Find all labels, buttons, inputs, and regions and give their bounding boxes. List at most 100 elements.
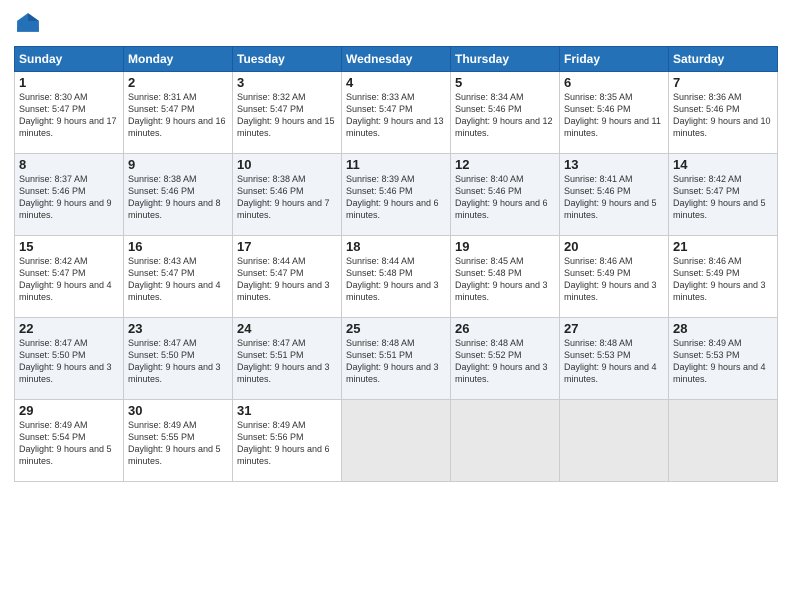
calendar-day-cell: 25 Sunrise: 8:48 AMSunset: 5:51 PMDaylig… xyxy=(342,318,451,400)
day-number: 26 xyxy=(455,321,555,336)
calendar-day-cell: 23 Sunrise: 8:47 AMSunset: 5:50 PMDaylig… xyxy=(124,318,233,400)
calendar-day-header: Friday xyxy=(560,47,669,72)
day-number: 14 xyxy=(673,157,773,172)
day-info: Sunrise: 8:39 AMSunset: 5:46 PMDaylight:… xyxy=(346,174,439,220)
calendar-day-cell: 20 Sunrise: 8:46 AMSunset: 5:49 PMDaylig… xyxy=(560,236,669,318)
day-number: 20 xyxy=(564,239,664,254)
day-number: 12 xyxy=(455,157,555,172)
calendar-day-cell: 19 Sunrise: 8:45 AMSunset: 5:48 PMDaylig… xyxy=(451,236,560,318)
day-info: Sunrise: 8:43 AMSunset: 5:47 PMDaylight:… xyxy=(128,256,221,302)
day-number: 29 xyxy=(19,403,119,418)
day-number: 6 xyxy=(564,75,664,90)
calendar-day-cell: 8 Sunrise: 8:37 AMSunset: 5:46 PMDayligh… xyxy=(15,154,124,236)
day-info: Sunrise: 8:37 AMSunset: 5:46 PMDaylight:… xyxy=(19,174,112,220)
calendar-day-cell: 18 Sunrise: 8:44 AMSunset: 5:48 PMDaylig… xyxy=(342,236,451,318)
day-info: Sunrise: 8:47 AMSunset: 5:50 PMDaylight:… xyxy=(19,338,112,384)
calendar-day-header: Sunday xyxy=(15,47,124,72)
calendar-day-cell xyxy=(342,400,451,482)
calendar-day-cell: 2 Sunrise: 8:31 AMSunset: 5:47 PMDayligh… xyxy=(124,72,233,154)
calendar-day-cell xyxy=(451,400,560,482)
calendar-week-row: 1 Sunrise: 8:30 AMSunset: 5:47 PMDayligh… xyxy=(15,72,778,154)
calendar-week-row: 22 Sunrise: 8:47 AMSunset: 5:50 PMDaylig… xyxy=(15,318,778,400)
day-number: 19 xyxy=(455,239,555,254)
day-number: 3 xyxy=(237,75,337,90)
day-info: Sunrise: 8:38 AMSunset: 5:46 PMDaylight:… xyxy=(128,174,221,220)
day-number: 25 xyxy=(346,321,446,336)
calendar-day-cell: 11 Sunrise: 8:39 AMSunset: 5:46 PMDaylig… xyxy=(342,154,451,236)
calendar-day-cell: 7 Sunrise: 8:36 AMSunset: 5:46 PMDayligh… xyxy=(669,72,778,154)
calendar-week-row: 29 Sunrise: 8:49 AMSunset: 5:54 PMDaylig… xyxy=(15,400,778,482)
day-number: 5 xyxy=(455,75,555,90)
calendar-day-cell: 16 Sunrise: 8:43 AMSunset: 5:47 PMDaylig… xyxy=(124,236,233,318)
day-number: 11 xyxy=(346,157,446,172)
day-number: 15 xyxy=(19,239,119,254)
day-info: Sunrise: 8:45 AMSunset: 5:48 PMDaylight:… xyxy=(455,256,548,302)
day-number: 31 xyxy=(237,403,337,418)
calendar-day-cell xyxy=(560,400,669,482)
day-number: 4 xyxy=(346,75,446,90)
calendar-day-cell: 10 Sunrise: 8:38 AMSunset: 5:46 PMDaylig… xyxy=(233,154,342,236)
day-info: Sunrise: 8:48 AMSunset: 5:53 PMDaylight:… xyxy=(564,338,657,384)
calendar-day-header: Wednesday xyxy=(342,47,451,72)
day-info: Sunrise: 8:35 AMSunset: 5:46 PMDaylight:… xyxy=(564,92,661,138)
day-info: Sunrise: 8:47 AMSunset: 5:51 PMDaylight:… xyxy=(237,338,330,384)
day-number: 22 xyxy=(19,321,119,336)
day-number: 7 xyxy=(673,75,773,90)
page-container: SundayMondayTuesdayWednesdayThursdayFrid… xyxy=(0,0,792,488)
day-number: 30 xyxy=(128,403,228,418)
day-info: Sunrise: 8:49 AMSunset: 5:54 PMDaylight:… xyxy=(19,420,112,466)
day-info: Sunrise: 8:36 AMSunset: 5:46 PMDaylight:… xyxy=(673,92,771,138)
calendar-day-cell: 9 Sunrise: 8:38 AMSunset: 5:46 PMDayligh… xyxy=(124,154,233,236)
day-info: Sunrise: 8:47 AMSunset: 5:50 PMDaylight:… xyxy=(128,338,221,384)
calendar-day-cell: 24 Sunrise: 8:47 AMSunset: 5:51 PMDaylig… xyxy=(233,318,342,400)
day-info: Sunrise: 8:44 AMSunset: 5:48 PMDaylight:… xyxy=(346,256,439,302)
day-info: Sunrise: 8:42 AMSunset: 5:47 PMDaylight:… xyxy=(19,256,112,302)
day-info: Sunrise: 8:31 AMSunset: 5:47 PMDaylight:… xyxy=(128,92,226,138)
day-number: 28 xyxy=(673,321,773,336)
calendar-day-cell: 27 Sunrise: 8:48 AMSunset: 5:53 PMDaylig… xyxy=(560,318,669,400)
calendar-day-cell: 5 Sunrise: 8:34 AMSunset: 5:46 PMDayligh… xyxy=(451,72,560,154)
calendar-day-cell: 22 Sunrise: 8:47 AMSunset: 5:50 PMDaylig… xyxy=(15,318,124,400)
calendar-day-cell: 12 Sunrise: 8:40 AMSunset: 5:46 PMDaylig… xyxy=(451,154,560,236)
day-number: 1 xyxy=(19,75,119,90)
calendar-week-row: 15 Sunrise: 8:42 AMSunset: 5:47 PMDaylig… xyxy=(15,236,778,318)
day-info: Sunrise: 8:48 AMSunset: 5:51 PMDaylight:… xyxy=(346,338,439,384)
calendar-week-row: 8 Sunrise: 8:37 AMSunset: 5:46 PMDayligh… xyxy=(15,154,778,236)
day-info: Sunrise: 8:42 AMSunset: 5:47 PMDaylight:… xyxy=(673,174,766,220)
calendar-day-cell: 31 Sunrise: 8:49 AMSunset: 5:56 PMDaylig… xyxy=(233,400,342,482)
calendar-day-cell: 4 Sunrise: 8:33 AMSunset: 5:47 PMDayligh… xyxy=(342,72,451,154)
calendar-table: SundayMondayTuesdayWednesdayThursdayFrid… xyxy=(14,46,778,482)
day-number: 2 xyxy=(128,75,228,90)
calendar-day-cell: 30 Sunrise: 8:49 AMSunset: 5:55 PMDaylig… xyxy=(124,400,233,482)
calendar-header-row: SundayMondayTuesdayWednesdayThursdayFrid… xyxy=(15,47,778,72)
calendar-day-cell: 13 Sunrise: 8:41 AMSunset: 5:46 PMDaylig… xyxy=(560,154,669,236)
day-info: Sunrise: 8:44 AMSunset: 5:47 PMDaylight:… xyxy=(237,256,330,302)
day-number: 21 xyxy=(673,239,773,254)
day-info: Sunrise: 8:46 AMSunset: 5:49 PMDaylight:… xyxy=(564,256,657,302)
day-number: 23 xyxy=(128,321,228,336)
day-info: Sunrise: 8:34 AMSunset: 5:46 PMDaylight:… xyxy=(455,92,553,138)
day-info: Sunrise: 8:48 AMSunset: 5:52 PMDaylight:… xyxy=(455,338,548,384)
calendar-day-cell: 1 Sunrise: 8:30 AMSunset: 5:47 PMDayligh… xyxy=(15,72,124,154)
calendar-day-cell: 26 Sunrise: 8:48 AMSunset: 5:52 PMDaylig… xyxy=(451,318,560,400)
calendar-day-header: Tuesday xyxy=(233,47,342,72)
day-number: 13 xyxy=(564,157,664,172)
day-info: Sunrise: 8:33 AMSunset: 5:47 PMDaylight:… xyxy=(346,92,444,138)
calendar-day-header: Thursday xyxy=(451,47,560,72)
calendar-day-header: Saturday xyxy=(669,47,778,72)
calendar-day-cell: 21 Sunrise: 8:46 AMSunset: 5:49 PMDaylig… xyxy=(669,236,778,318)
day-number: 8 xyxy=(19,157,119,172)
logo xyxy=(14,10,46,38)
day-number: 16 xyxy=(128,239,228,254)
day-info: Sunrise: 8:30 AMSunset: 5:47 PMDaylight:… xyxy=(19,92,117,138)
day-info: Sunrise: 8:49 AMSunset: 5:56 PMDaylight:… xyxy=(237,420,330,466)
day-number: 17 xyxy=(237,239,337,254)
day-number: 27 xyxy=(564,321,664,336)
day-info: Sunrise: 8:40 AMSunset: 5:46 PMDaylight:… xyxy=(455,174,548,220)
day-info: Sunrise: 8:49 AMSunset: 5:53 PMDaylight:… xyxy=(673,338,766,384)
day-info: Sunrise: 8:38 AMSunset: 5:46 PMDaylight:… xyxy=(237,174,330,220)
day-number: 18 xyxy=(346,239,446,254)
day-number: 24 xyxy=(237,321,337,336)
calendar-day-cell xyxy=(669,400,778,482)
calendar-day-cell: 3 Sunrise: 8:32 AMSunset: 5:47 PMDayligh… xyxy=(233,72,342,154)
